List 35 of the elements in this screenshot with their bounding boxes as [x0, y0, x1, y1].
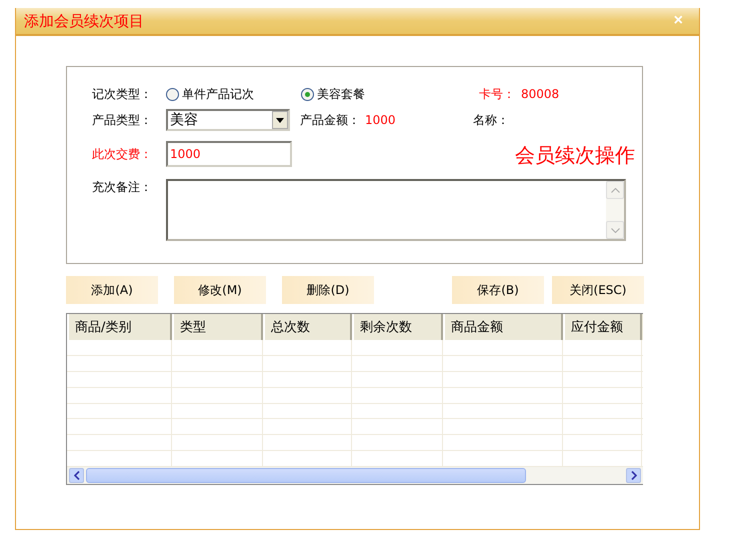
radio-option[interactable]: 美容套餐 [301, 86, 479, 102]
field-label: 充次备注： [92, 179, 153, 196]
scroll-left-icon[interactable] [69, 468, 84, 484]
scroll-thumb[interactable] [86, 468, 526, 484]
field-label: 产品类型： [92, 112, 153, 128]
action-button[interactable]: 删除(D) [282, 276, 374, 304]
scroll-up-icon[interactable] [606, 181, 624, 199]
column-header[interactable]: 商品金额 [443, 314, 563, 340]
action-button[interactable]: 添加(A) [66, 276, 158, 304]
field-label: 卡号： [479, 86, 515, 102]
annotation-text: 会员续次操作 [515, 143, 635, 167]
field-label: 产品金额： [300, 112, 360, 128]
scroll-right-icon[interactable] [626, 468, 641, 484]
column-header[interactable]: 剩余次数 [352, 314, 443, 340]
action-button[interactable]: 保存(B) [452, 276, 544, 304]
card-number: 80008 [521, 87, 560, 101]
action-button[interactable]: 关闭(ESC) [552, 276, 644, 304]
window-title: 添加会员续次项目 [24, 12, 144, 30]
amount-value: 1000 [365, 113, 397, 127]
column-header[interactable]: 类型 [172, 314, 263, 340]
column-header[interactable]: 应付金额 [563, 314, 642, 340]
field-label: 此次交费： [92, 146, 153, 162]
radio-option[interactable]: 单件产品记次 [166, 86, 301, 102]
column-header[interactable]: 商品/类别 [67, 314, 172, 340]
action-button[interactable]: 修改(M) [174, 276, 266, 304]
product-type-dropdown[interactable]: 美容 [166, 109, 290, 131]
column-header[interactable]: 总次数 [263, 314, 352, 340]
field-label: 记次类型： [92, 86, 153, 102]
field-label: 名称： [473, 112, 509, 128]
radio-label: 美容套餐 [317, 86, 365, 102]
fee-input-field[interactable]: 1000 [166, 141, 292, 167]
horizontal-scrollbar[interactable] [67, 467, 643, 484]
radio-label: 单件产品记次 [182, 86, 254, 102]
scroll-down-icon[interactable] [606, 221, 624, 239]
note-text-area[interactable] [166, 179, 626, 241]
